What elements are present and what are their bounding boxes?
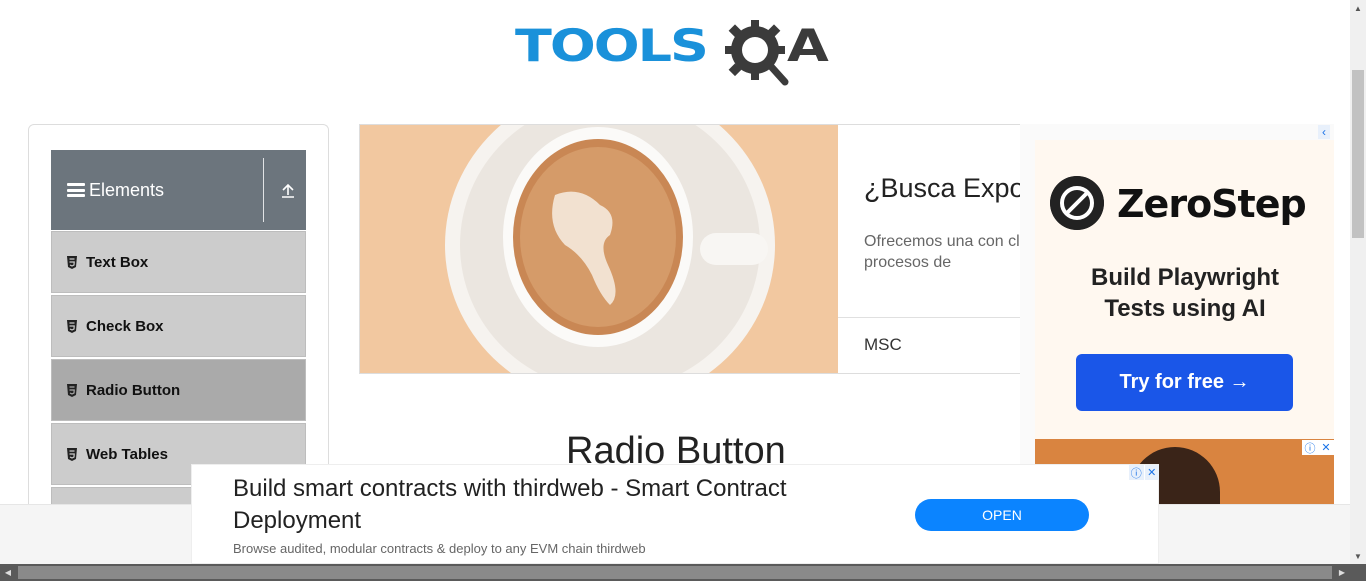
sidebar-item-label: Radio Button: [86, 381, 181, 399]
toolsqa-logo[interactable]: TOOLS A: [515, 18, 840, 90]
group-title: Elements: [89, 179, 165, 200]
ad-controls: ⓘ ✕: [1302, 440, 1334, 455]
info-icon[interactable]: ⓘ: [1129, 465, 1144, 480]
scroll-down-icon[interactable]: ▼: [1350, 548, 1366, 564]
html5-icon: [67, 447, 77, 461]
sidebar-item-text-box[interactable]: Text Box: [51, 231, 306, 293]
banner-ad[interactable]: ¿Busca Expo Ofrecemos una con clase y pr…: [359, 124, 1039, 374]
coffee-cup-image: [360, 125, 838, 373]
ad-choices-icon[interactable]: ‹: [1318, 125, 1330, 139]
gear-q-icon: [725, 20, 789, 86]
sidebar-item-label: Text Box: [86, 253, 149, 271]
scroll-thumb[interactable]: [1352, 70, 1364, 238]
scroll-left-icon[interactable]: ◀: [0, 564, 16, 581]
scroll-thumb[interactable]: [18, 566, 1332, 579]
horizontal-scrollbar[interactable]: ◀ ▶: [0, 564, 1366, 581]
zerostep-logo-icon: [1050, 176, 1104, 230]
ad-headline: Build smart contracts with thirdweb - Sm…: [233, 475, 787, 534]
logo-text: TOOLS: [515, 20, 709, 72]
scroll-right-icon[interactable]: ▶: [1334, 564, 1350, 581]
html5-icon: [67, 383, 77, 397]
elements-group-header[interactable]: Elements: [51, 150, 306, 230]
vertical-scrollbar[interactable]: ▲ ▼: [1350, 0, 1366, 564]
banner-headline: ¿Busca Expo: [864, 173, 1025, 203]
info-icon[interactable]: ⓘ: [1302, 440, 1318, 455]
logo-a-letter: A: [787, 20, 829, 72]
banner-description: Ofrecemos una con clase y procesos de: [864, 233, 1039, 271]
ad-tagline: Build Playwright Tests using AI: [1090, 264, 1279, 322]
ad-subtext: Browse audited, modular contracts & depl…: [233, 541, 646, 556]
ad-controls: ⓘ ✕: [1129, 465, 1160, 481]
sidebar-item-radio-button[interactable]: Radio Button: [51, 359, 306, 421]
header-divider: [263, 158, 264, 222]
ad-brand-name: ZeroStep: [1117, 182, 1307, 226]
open-button[interactable]: OPEN: [915, 499, 1089, 531]
try-for-free-button[interactable]: Try for free →: [1076, 354, 1293, 411]
scroll-up-icon[interactable]: ▲: [1350, 0, 1366, 16]
thirdweb-ad[interactable]: Build smart contracts with thirdweb - Sm…: [191, 464, 1159, 564]
sidebar-item-label: Web Tables: [86, 445, 168, 463]
banner-divider: [838, 317, 1038, 318]
hamburger-icon: [67, 183, 85, 197]
banner-brand: MSC: [864, 335, 902, 354]
sidebar-item-check-box[interactable]: Check Box: [51, 295, 306, 357]
html5-icon: [67, 319, 77, 333]
close-icon[interactable]: ✕: [1318, 440, 1334, 455]
collapse-arrow-icon[interactable]: [279, 182, 297, 200]
html5-icon: [67, 255, 77, 269]
sidebar-item-label: Check Box: [86, 317, 164, 335]
close-icon[interactable]: ✕: [1144, 465, 1159, 480]
